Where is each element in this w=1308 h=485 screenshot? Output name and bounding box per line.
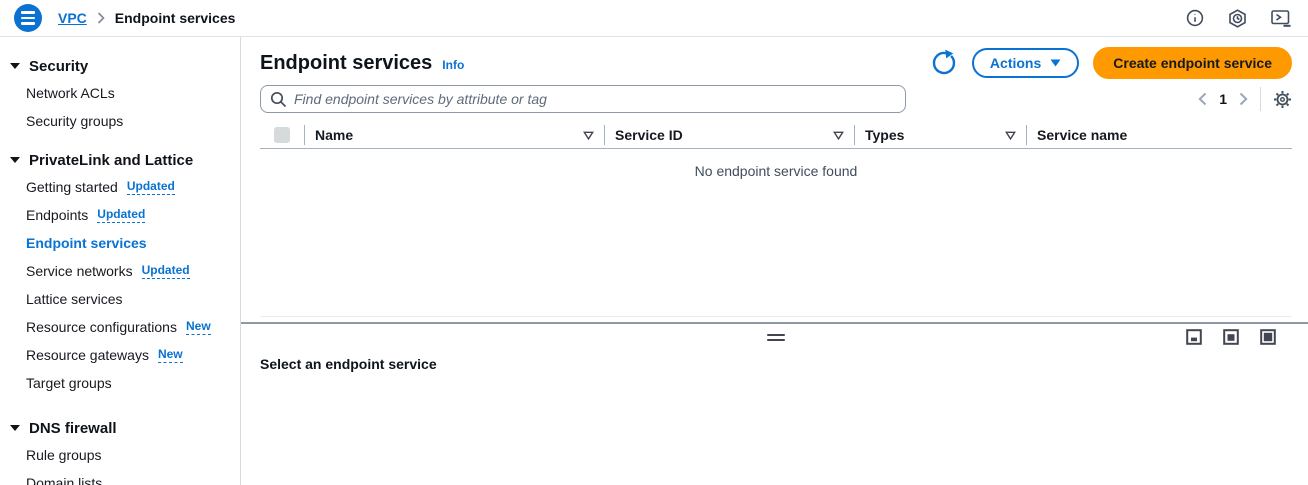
- actions-button[interactable]: Actions: [972, 48, 1079, 78]
- sort-icon: [833, 131, 844, 140]
- table-controls: 1: [260, 85, 1292, 113]
- new-badge: New: [186, 319, 211, 335]
- caret-down-icon: [1050, 59, 1061, 67]
- breadcrumb-chevron-icon: [97, 12, 105, 24]
- updated-badge: Updated: [142, 263, 190, 279]
- sidebar-item-label: Endpoints: [26, 207, 88, 223]
- section-caret-icon: [10, 157, 20, 163]
- sidebar-item-network-acls[interactable]: Network ACLs: [0, 79, 240, 107]
- column-header-service-name[interactable]: Service name: [1026, 125, 1292, 145]
- updated-badge: Updated: [97, 207, 145, 223]
- sidebar-section-privatelink: PrivateLink and Lattice Getting started …: [0, 147, 240, 397]
- top-navigation-bar: VPC Endpoint services: [0, 0, 1308, 37]
- sidebar-section-header-security[interactable]: Security: [0, 53, 240, 79]
- sidebar-item-label: Endpoint services: [26, 235, 147, 251]
- table-header-row: Name Service ID Types: [260, 122, 1292, 149]
- cloudshell-icon[interactable]: [1271, 9, 1292, 28]
- select-all-checkbox[interactable]: [274, 127, 290, 143]
- breadcrumb-current-page: Endpoint services: [115, 10, 236, 26]
- section-caret-icon: [10, 425, 20, 431]
- sidebar-section-header-privatelink[interactable]: PrivateLink and Lattice: [0, 147, 240, 173]
- sidebar-navigation: Security Network ACLs Security groups Pr…: [0, 37, 241, 485]
- previous-page-icon[interactable]: [1196, 90, 1209, 108]
- split-panel-layout-controls: [1186, 329, 1276, 345]
- refresh-button[interactable]: [930, 49, 958, 77]
- page-title: Endpoint services: [260, 52, 432, 75]
- sidebar-section-title: Security: [29, 58, 88, 75]
- empty-state-message: No endpoint service found: [260, 149, 1292, 179]
- sidebar-item-endpoint-services[interactable]: Endpoint services: [0, 229, 240, 257]
- sidebar-item-label: Domain lists: [26, 475, 102, 485]
- panel-position-medium-icon[interactable]: [1223, 329, 1239, 345]
- next-page-icon[interactable]: [1237, 90, 1250, 108]
- sidebar-item-label: Target groups: [26, 375, 112, 391]
- sidebar-item-label: Rule groups: [26, 447, 102, 463]
- breadcrumb-vpc-link[interactable]: VPC: [58, 10, 87, 26]
- new-badge: New: [158, 347, 183, 363]
- hexagon-clock-icon[interactable]: [1228, 9, 1247, 28]
- sidebar-item-target-groups[interactable]: Target groups: [0, 369, 240, 397]
- select-all-cell: [260, 125, 304, 145]
- sidebar-item-label: Getting started: [26, 179, 118, 195]
- breadcrumb: VPC Endpoint services: [58, 10, 235, 26]
- create-endpoint-service-button[interactable]: Create endpoint service: [1093, 47, 1292, 79]
- sidebar-item-label: Security groups: [26, 113, 123, 129]
- pagination-controls: 1: [1196, 87, 1292, 111]
- hamburger-menu-icon[interactable]: [14, 4, 42, 32]
- sidebar-item-label: Network ACLs: [26, 85, 115, 101]
- main-content: Endpoint services Info Actions: [241, 37, 1308, 485]
- sidebar-section-dns-firewall: DNS firewall Rule groups Domain lists: [0, 415, 240, 485]
- sort-icon: [583, 131, 594, 140]
- sidebar-item-label: Lattice services: [26, 291, 122, 307]
- sidebar-item-resource-gateways[interactable]: Resource gateways New: [0, 341, 240, 369]
- sidebar-item-domain-lists[interactable]: Domain lists: [0, 469, 240, 485]
- table-body: No endpoint service found: [260, 149, 1292, 317]
- split-panel: Select an endpoint service: [241, 322, 1308, 372]
- sidebar-item-rule-groups[interactable]: Rule groups: [0, 441, 240, 469]
- actions-button-label: Actions: [990, 55, 1041, 71]
- controls-divider: [1260, 87, 1261, 111]
- sidebar-item-label: Resource gateways: [26, 347, 149, 363]
- sidebar-item-label: Resource configurations: [26, 319, 177, 335]
- column-header-types[interactable]: Types: [854, 125, 1026, 145]
- table-preferences-gear-icon[interactable]: [1273, 90, 1292, 109]
- page-header: Endpoint services Info Actions: [260, 47, 1292, 79]
- split-panel-drag-handle[interactable]: [761, 330, 791, 345]
- sort-icon: [1005, 131, 1016, 140]
- sidebar-section-title: DNS firewall: [29, 420, 117, 437]
- sidebar-item-lattice-services[interactable]: Lattice services: [0, 285, 240, 313]
- refresh-icon: [930, 49, 958, 77]
- column-header-service-id[interactable]: Service ID: [604, 125, 854, 145]
- sidebar-section-security: Security Network ACLs Security groups: [0, 53, 240, 135]
- column-header-name[interactable]: Name: [304, 125, 604, 145]
- sidebar-item-endpoints[interactable]: Endpoints Updated: [0, 201, 240, 229]
- header-actions: Actions Create endpoint service: [930, 47, 1292, 79]
- topbar-left: VPC Endpoint services: [14, 4, 235, 32]
- sidebar-item-label: Service networks: [26, 263, 133, 279]
- info-icon[interactable]: [1186, 9, 1204, 27]
- topbar-utilities: [1186, 9, 1292, 28]
- search-input[interactable]: [294, 91, 896, 107]
- split-panel-header: [260, 324, 1292, 350]
- sidebar-item-resource-configurations[interactable]: Resource configurations New: [0, 313, 240, 341]
- panel-position-small-icon[interactable]: [1186, 329, 1202, 345]
- updated-badge: Updated: [127, 179, 175, 195]
- sidebar-item-security-groups[interactable]: Security groups: [0, 107, 240, 135]
- panel-position-large-icon[interactable]: [1260, 329, 1276, 345]
- sidebar-item-service-networks[interactable]: Service networks Updated: [0, 257, 240, 285]
- section-caret-icon: [10, 63, 20, 69]
- vpc-console-page: VPC Endpoint services: [0, 0, 1308, 485]
- sidebar-item-getting-started[interactable]: Getting started Updated: [0, 173, 240, 201]
- split-panel-title: Select an endpoint service: [260, 356, 1292, 372]
- current-page-number[interactable]: 1: [1219, 91, 1227, 107]
- search-box: [260, 85, 906, 113]
- info-link[interactable]: Info: [442, 58, 464, 72]
- sidebar-section-header-dns-firewall[interactable]: DNS firewall: [0, 415, 240, 441]
- search-icon: [270, 91, 287, 108]
- sidebar-section-title: PrivateLink and Lattice: [29, 152, 193, 169]
